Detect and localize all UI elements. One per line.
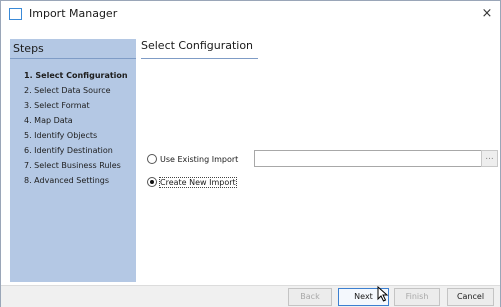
step-select-data-source: 2. Select Data Source [24,86,111,95]
browse-button[interactable]: ... [481,150,498,167]
steps-header-label: Steps [13,42,44,55]
step-advanced-settings: 8. Advanced Settings [24,176,110,185]
window-title: Import Manager [29,7,118,20]
step-identify-objects: 5. Identify Objects [24,131,98,140]
mouse-pointer-icon [377,286,389,302]
finish-button[interactable]: Finish [394,288,440,306]
app-window-icon [9,8,22,20]
dialog-footer: Back Next Finish Cancel [1,285,500,307]
use-existing-import-option[interactable]: Use Existing Import [147,154,238,164]
close-button[interactable]: × [478,5,496,23]
back-button[interactable]: Back [288,288,332,306]
step-map-data: 4. Map Data [24,116,73,125]
step-select-configuration: 1. Select Configuration [24,71,128,80]
existing-import-field[interactable] [254,150,482,167]
create-new-import-option[interactable]: Create New Import [147,176,237,188]
steps-header: Steps [10,39,136,59]
create-new-import-label: Create New Import [159,176,237,188]
step-identify-destination: 6. Identify Destination [24,146,113,155]
cancel-button[interactable]: Cancel [447,288,494,306]
create-new-import-radio[interactable] [147,177,157,187]
page-title-underline [141,58,258,59]
page-title: Select Configuration [141,39,254,52]
steps-list: 1. Select Configuration 2. Select Data S… [24,68,128,188]
title-bar[interactable]: Import Manager × [1,1,500,27]
use-existing-import-radio[interactable] [147,154,157,164]
import-manager-dialog: Import Manager × Steps 1. Select Configu… [0,0,501,307]
step-select-business-rules: 7. Select Business Rules [24,161,121,170]
use-existing-import-label: Use Existing Import [160,154,239,164]
step-select-format: 3. Select Format [24,101,90,110]
